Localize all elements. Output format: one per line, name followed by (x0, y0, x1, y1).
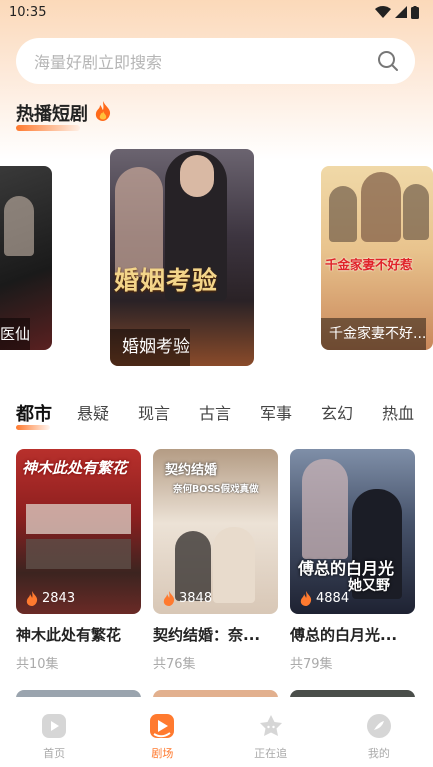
flame-icon (26, 591, 38, 606)
nav-label: 剧场 (151, 747, 174, 760)
category-tabs: 都市 悬疑 现言 古言 军事 玄幻 热血 (16, 400, 433, 430)
drama-episodes: 共79集 (290, 657, 333, 672)
nav-home[interactable]: 首页 (14, 713, 94, 767)
poster-face (180, 155, 214, 197)
drama-episodes: 共76集 (153, 657, 196, 672)
bottom-nav: 首页 剧场 正在追 我的 (0, 697, 433, 767)
poster-title-art: 契约结婚 (165, 463, 218, 478)
flame-icon (163, 591, 175, 606)
tab-fantasy[interactable]: 玄幻 (321, 400, 382, 430)
fire-icon (95, 101, 111, 121)
poster-title-art: 婚姻考验 (114, 266, 219, 295)
status-icons (375, 5, 419, 19)
carousel-card-right[interactable]: 千金家妻不好惹 千金家妻不好... (321, 166, 433, 350)
drama-poster[interactable]: 契约结婚 奈何BOSS假戏真做 3848 (153, 449, 278, 614)
carousel-card-left[interactable]: 医仙 (0, 166, 52, 350)
battery-icon (411, 5, 419, 19)
poster-scene (26, 539, 131, 569)
heat-count: 4884 (300, 591, 349, 606)
poster-figure (302, 459, 348, 559)
nav-label: 正在追 (254, 747, 288, 760)
heat-value: 3848 (179, 591, 213, 606)
carousel-card-label: 医仙 (0, 318, 31, 350)
poster-title-art: 千金家妻不好惹 (325, 257, 413, 272)
nav-label: 首页 (43, 747, 66, 760)
tab-military[interactable]: 军事 (260, 400, 321, 430)
status-time: 10:35 (9, 4, 47, 20)
wifi-icon (375, 6, 391, 18)
poster-figure (403, 184, 429, 240)
tab-suspense[interactable]: 悬疑 (77, 400, 138, 430)
profile-icon (366, 714, 391, 738)
tab-modern-romance[interactable]: 现言 (138, 400, 199, 430)
section-title: 热播短剧 (16, 104, 88, 125)
drama-card[interactable]: 傅总的白月光 她又野 4884 傅总的白月光... 共79集 (290, 449, 415, 672)
heat-value: 2843 (42, 591, 76, 606)
carousel-card-label: 千金家妻不好... (321, 318, 427, 350)
carousel-card-label: 婚姻考验 (110, 329, 190, 366)
nav-label: 我的 (367, 747, 390, 760)
carousel-card-center[interactable]: 婚姻考验 婚姻考验 (110, 149, 254, 366)
heat-count: 2843 (26, 591, 75, 606)
drama-card[interactable]: 神木此处有繁花 2843 神木此处有繁花 共10集 (16, 449, 141, 672)
signal-icon (395, 6, 407, 18)
poster-subtitle-art: 奈何BOSS假戏真做 (173, 484, 259, 495)
poster-scene (26, 504, 131, 534)
search-bar[interactable]: 海量好剧立即搜索 (16, 38, 415, 84)
nav-following[interactable]: 正在追 (231, 713, 311, 767)
play-icon (42, 714, 67, 738)
poster-figure (4, 196, 34, 256)
poster-subtitle-art: 她又野 (348, 578, 390, 594)
poster-figure (329, 186, 357, 242)
theater-icon (150, 714, 175, 738)
drama-card[interactable]: 契约结婚 奈何BOSS假戏真做 3848 契约结婚：奈... 共76集 (153, 449, 278, 672)
tab-ancient-romance[interactable]: 古言 (199, 400, 260, 430)
nav-theater[interactable]: 剧场 (122, 713, 202, 767)
search-icon[interactable] (377, 50, 399, 72)
tab-action[interactable]: 热血 (382, 400, 433, 430)
search-placeholder[interactable]: 海量好剧立即搜索 (34, 49, 162, 73)
star-icon (259, 715, 282, 736)
poster-title-art: 神木此处有繁花 (22, 459, 128, 477)
drama-episodes: 共10集 (16, 657, 59, 672)
drama-poster[interactable]: 神木此处有繁花 2843 (16, 449, 141, 614)
drama-poster[interactable]: 傅总的白月光 她又野 4884 (290, 449, 415, 614)
status-bar: 10:35 (0, 0, 433, 24)
poster-figure (361, 172, 401, 242)
drama-title[interactable]: 契约结婚：奈... (153, 624, 278, 645)
heat-value: 4884 (316, 591, 350, 606)
active-tab-indicator (16, 425, 50, 430)
drama-title[interactable]: 神木此处有繁花 (16, 624, 141, 645)
flame-icon (300, 591, 312, 606)
drama-title[interactable]: 傅总的白月光... (290, 624, 415, 645)
poster-figure (213, 527, 255, 603)
heat-count: 3848 (163, 591, 212, 606)
nav-profile[interactable]: 我的 (339, 713, 419, 767)
